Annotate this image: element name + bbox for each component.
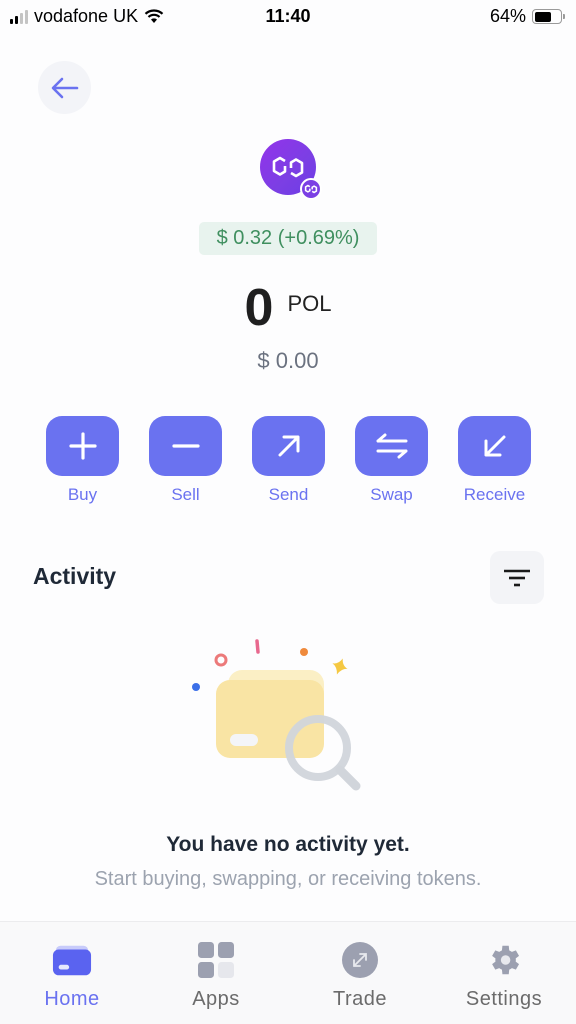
swap-button[interactable]: Swap [355, 416, 428, 505]
swap-arrows-icon [376, 433, 407, 459]
buy-label: Buy [67, 485, 98, 504]
trade-icon [342, 942, 378, 978]
wallet-icon [52, 945, 92, 976]
bottom-navigation: Home Apps Trade Settings [0, 921, 576, 1024]
nav-apps-label: Apps [192, 988, 240, 1010]
arrow-up-right-icon [278, 435, 299, 457]
arrow-down-left-icon [484, 435, 505, 457]
status-right: 64% [489, 6, 565, 27]
polygon-network-badge-icon [300, 178, 322, 200]
empty-activity-illustration [192, 639, 361, 791]
nav-trade[interactable]: Trade [288, 922, 432, 1024]
apps-grid-icon [198, 942, 234, 978]
battery-icon [532, 9, 565, 24]
nav-home-label: Home [44, 988, 100, 1010]
arrow-left-icon [51, 77, 78, 98]
buy-button[interactable]: Buy [46, 416, 119, 505]
nav-settings[interactable]: Settings [432, 922, 576, 1024]
battery-percent: 64% [489, 6, 526, 26]
empty-state-subtitle: Start buying, swapping, or receiving tok… [94, 868, 482, 890]
gear-icon [492, 945, 520, 975]
status-bar: vodafone UK 11:40 64% [0, 0, 576, 34]
receive-button[interactable]: Receive [458, 416, 531, 505]
minus-icon [171, 444, 200, 448]
wallet-slot [230, 734, 258, 746]
decor-dash [255, 639, 260, 654]
back-button[interactable] [38, 61, 91, 114]
send-label: Send [268, 485, 309, 504]
price-change-badge: $ 0.32 (+0.69%) [199, 222, 377, 255]
balance-fiat-value: $ 0.00 [257, 348, 319, 373]
sell-label: Sell [171, 485, 200, 504]
receive-label: Receive [463, 485, 526, 504]
balance-amount: 0 [244, 279, 274, 337]
plus-icon [68, 432, 97, 460]
nav-settings-label: Settings [465, 988, 543, 1010]
send-button[interactable]: Send [252, 416, 325, 505]
decor-ring [214, 653, 228, 667]
decor-dot-blue [192, 683, 200, 691]
balance-symbol: POL [287, 291, 332, 316]
token-balance: 0 POL [0, 278, 576, 338]
nav-trade-label: Trade [332, 988, 387, 1010]
filter-button[interactable] [490, 551, 544, 604]
decor-star [332, 658, 348, 675]
nav-apps[interactable]: Apps [144, 922, 288, 1024]
decor-dot-orange [300, 648, 308, 656]
filter-icon [504, 569, 530, 586]
empty-state-title: You have no activity yet. [166, 833, 410, 856]
action-buttons: Buy Sell Send Swap Receive [46, 416, 531, 505]
nav-home[interactable]: Home [0, 922, 144, 1024]
swap-label: Swap [370, 485, 413, 504]
activity-heading: Activity [33, 563, 117, 589]
sell-button[interactable]: Sell [149, 416, 222, 505]
